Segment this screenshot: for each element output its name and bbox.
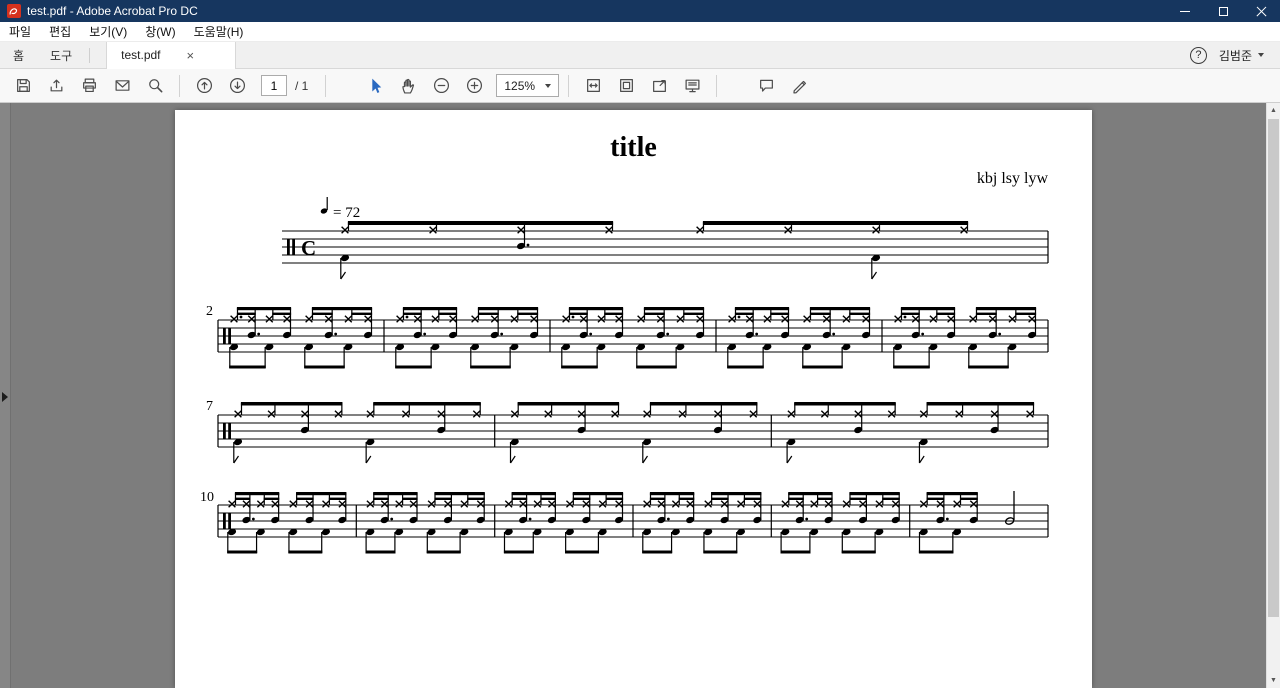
score-text: 10 [200,490,214,505]
score-text: C [301,236,316,260]
minimize-button[interactable] [1166,0,1204,22]
staff-system-4: 10 [200,490,1049,554]
main-toolbar: / 1 125% [0,69,1280,103]
help-icon[interactable]: ? [1189,46,1207,64]
close-button[interactable] [1242,0,1280,22]
user-name: 김범준 [1218,48,1252,63]
pen-icon [792,80,806,94]
maximize-button[interactable] [1204,0,1242,22]
select-tool-button[interactable] [360,73,390,99]
acrobat-app-icon [7,4,21,18]
menu-help[interactable]: 도움말(H) [185,22,253,41]
score-text: = 72 [333,205,360,221]
email-button[interactable] [107,73,137,99]
vertical-scrollbar[interactable]: ▲ ▼ [1266,103,1280,688]
search-icon [148,79,162,93]
tab-tools[interactable]: 도구 [37,42,85,68]
save-icon [16,79,30,92]
window-titlebar: test.pdf - Adobe Acrobat Pro DC [0,0,1280,22]
zoom-in-icon [466,77,482,94]
tab-close-icon[interactable]: × [187,49,195,62]
comment-bubble-icon [759,79,773,92]
fit-width-icon [586,79,600,92]
hand-tool-button[interactable] [393,73,423,99]
scroll-up-button[interactable]: ▲ [1267,103,1280,118]
toolbar-divider [716,74,718,97]
fit-page-button[interactable] [611,73,641,99]
menu-window[interactable]: 창(W) [136,22,184,41]
score-text: 7 [206,399,213,414]
page-number-input[interactable] [261,75,287,96]
reading-mode-button[interactable] [677,73,707,99]
document-tab[interactable]: test.pdf × [106,41,237,69]
toolbar-divider [325,74,327,97]
window-controls [1166,0,1280,22]
tab-separator [89,47,91,63]
chevron-down-icon [545,83,552,88]
scrollbar-thumb[interactable] [1268,119,1279,617]
menu-view[interactable]: 보기(V) [80,22,136,41]
printer-icon [82,78,96,93]
sheet-music: C = 72 2 7 10 [200,197,1049,554]
envelope-icon [115,80,129,91]
comment-button[interactable] [751,73,781,99]
window-title: test.pdf - Adobe Acrobat Pro DC [27,4,198,18]
toolbar-divider [179,74,180,97]
staff-system-2: 2 [206,304,1049,369]
staff-system-1: C = 72 [282,197,1049,280]
window-arrow-icon [652,80,666,92]
zoom-in-button[interactable] [459,73,489,99]
tab-home[interactable]: 홈 [0,42,37,68]
presentation-screen-icon [685,79,700,93]
pdf-page: title kbj lsy lyw C = 72 2 7 10 [175,110,1092,688]
panel-expander-button[interactable] [2,387,11,407]
scroll-down-button[interactable]: ▼ [1267,673,1280,688]
open-in-window-button[interactable] [644,73,674,99]
share-upload-icon [50,79,62,92]
score-text: 2 [206,304,213,319]
fit-page-icon [619,79,633,92]
previous-page-button[interactable] [189,73,219,99]
page-up-icon [196,77,212,94]
zoom-out-icon [433,77,449,94]
menu-bar: 파일 편집 보기(V) 창(W) 도움말(H) [0,22,1280,42]
page-down-icon [229,77,245,94]
zoom-level-dropdown[interactable]: 125% [496,74,560,97]
tabbar-right-group: ? 김범준 [1189,46,1280,64]
staff-system-3: 7 [206,399,1049,464]
fill-sign-button[interactable] [784,73,814,99]
search-button[interactable] [140,73,170,99]
print-button[interactable] [74,73,104,99]
share-button[interactable] [41,73,71,99]
page-total-label: / 1 [295,78,309,93]
toolbar-divider [568,74,570,97]
save-button[interactable] [8,73,38,99]
select-cursor-icon [372,78,382,93]
hand-icon [402,78,414,94]
menu-edit[interactable]: 편집 [40,22,80,41]
document-viewport: title kbj lsy lyw C = 72 2 7 10 ▲ ▼ [0,103,1280,688]
fit-width-button[interactable] [578,73,608,99]
close-icon [1256,6,1267,17]
zoom-level-value: 125% [504,78,536,93]
zoom-out-button[interactable] [426,73,456,99]
maximize-icon [1218,6,1228,16]
minimize-icon [1180,10,1190,12]
tab-bar: 홈 도구 test.pdf × ? 김범준 [0,41,1280,69]
document-tab-label: test.pdf [121,48,161,62]
menu-file[interactable]: 파일 [0,22,40,41]
next-page-button[interactable] [222,73,252,99]
expand-arrow-icon [2,392,8,402]
chevron-down-icon [1258,53,1264,57]
user-menu[interactable]: 김범준 [1219,47,1264,64]
